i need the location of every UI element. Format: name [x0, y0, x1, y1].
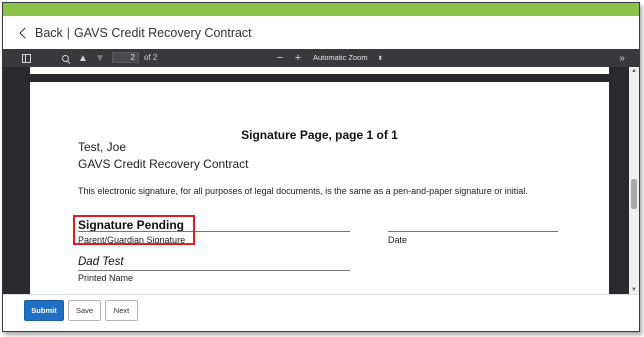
student-name: Test, Joe [78, 140, 127, 154]
vertical-scrollbar[interactable]: ▲ ▼ [629, 67, 639, 294]
printed-name-label: Printed Name [78, 273, 134, 283]
action-footer: Submit Save Next [3, 294, 639, 331]
app-window: Back | GAVS Credit Recovery Contract ▲ ▼… [2, 2, 640, 332]
zoom-select[interactable]: Automatic Zoom ⬍ [313, 49, 383, 67]
back-link[interactable]: Back | GAVS Credit Recovery Contract [19, 25, 252, 40]
scroll-up-icon[interactable]: ▲ [631, 68, 637, 74]
submit-button[interactable]: Submit [24, 300, 64, 321]
next-page-button[interactable]: ▼ [94, 49, 106, 67]
printed-name-value: Dad Test [78, 256, 124, 268]
pdf-page: Signature Page, page 1 of 1 Test, Joe GA… [30, 82, 609, 294]
arrow-up-icon: ▲ [78, 52, 88, 64]
printed-name-line [78, 270, 350, 271]
select-caret-icon: ⬍ [377, 56, 383, 62]
top-accent-bar [3, 3, 639, 16]
tools-menu-button[interactable]: » [615, 49, 629, 67]
pdf-viewer[interactable]: Signature Page, page 1 of 1 Test, Joe GA… [3, 67, 639, 294]
sidebar-toggle-button[interactable] [21, 49, 31, 67]
pdf-toolbar: ▲ ▼ 2 of 2 − + Automatic Zoom ⬍ » [3, 49, 639, 67]
double-chevron-right-icon: » [619, 52, 625, 64]
zoom-out-button[interactable]: − [275, 49, 285, 67]
arrow-down-icon: ▼ [95, 52, 105, 64]
next-button[interactable]: Next [105, 300, 138, 321]
header-bar: Back | GAVS Credit Recovery Contract [3, 16, 639, 49]
signature-statement: This electronic signature, for all purpo… [78, 186, 528, 196]
sidebar-toggle-icon [21, 53, 31, 63]
page-count: of 2 [144, 53, 158, 62]
search-icon [61, 54, 69, 62]
page-title: GAVS Credit Recovery Contract [74, 25, 252, 40]
signature-highlight-box [73, 215, 195, 245]
zoom-in-button[interactable]: + [293, 49, 303, 67]
header-separator: | [66, 25, 71, 40]
date-line [388, 231, 558, 232]
find-button[interactable] [59, 49, 71, 67]
back-label: Back [35, 25, 63, 40]
chevron-left-icon [19, 27, 31, 39]
scroll-down-icon[interactable]: ▼ [631, 287, 637, 293]
previous-page-button[interactable]: ▲ [77, 49, 89, 67]
date-label: Date [388, 235, 408, 245]
previous-page-edge [30, 67, 609, 74]
contract-name: GAVS Credit Recovery Contract [78, 157, 249, 171]
zoom-value: Automatic Zoom [313, 53, 368, 62]
page-number-input[interactable]: 2 [112, 52, 139, 63]
save-button[interactable]: Save [68, 300, 101, 321]
scroll-thumb[interactable] [631, 179, 637, 209]
